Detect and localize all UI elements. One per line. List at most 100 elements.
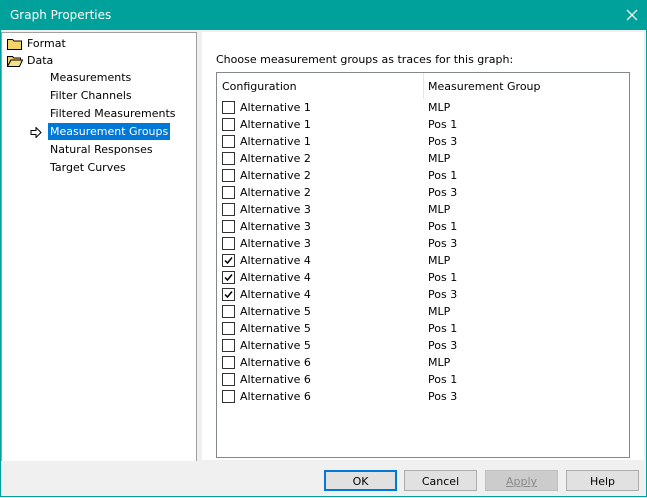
checkbox[interactable]	[222, 203, 235, 216]
checkbox[interactable]	[222, 237, 235, 250]
configuration-cell: Alternative 6	[240, 356, 311, 369]
checkbox[interactable]	[222, 339, 235, 352]
checkbox[interactable]	[222, 169, 235, 182]
tree-item-label: Data	[27, 54, 54, 67]
measurement-group-cell: MLP	[428, 254, 451, 267]
checkbox[interactable]	[222, 356, 235, 369]
title-bar: Graph Properties	[0, 0, 647, 30]
checked-checkbox[interactable]	[222, 254, 235, 267]
list-item[interactable]: Alternative 3 Pos 1	[217, 218, 629, 235]
configuration-cell: Alternative 5	[240, 339, 311, 352]
measurement-group-cell: Pos 3	[428, 237, 458, 250]
list-item[interactable]: Alternative 2 Pos 3	[217, 184, 629, 201]
window-title: Graph Properties	[10, 8, 112, 22]
measurement-group-cell: MLP	[428, 356, 451, 369]
configuration-cell: Alternative 2	[240, 169, 311, 182]
measurement-group-cell: Pos 3	[428, 186, 458, 199]
cancel-button[interactable]: Cancel	[404, 470, 477, 491]
list-item[interactable]: Alternative 5 MLP	[217, 303, 629, 320]
configuration-cell: Alternative 4	[240, 271, 311, 284]
measurement-group-cell: Pos 3	[428, 339, 458, 352]
measurement-group-cell: MLP	[428, 305, 451, 318]
checkbox[interactable]	[222, 390, 235, 403]
checkbox[interactable]	[222, 118, 235, 131]
configuration-cell: Alternative 4	[240, 288, 311, 301]
list-item[interactable]: Alternative 4 Pos 3	[217, 286, 629, 303]
measurement-group-cell: Pos 1	[428, 118, 458, 131]
list-item[interactable]: Alternative 4 MLP	[217, 252, 629, 269]
column-divider[interactable]	[423, 73, 424, 99]
checkbox[interactable]	[222, 373, 235, 386]
list-item[interactable]: Alternative 6 Pos 3	[217, 388, 629, 405]
apply-button: Apply	[485, 470, 558, 491]
checkmark-icon	[224, 257, 233, 265]
checkmark-icon	[224, 274, 233, 282]
close-icon[interactable]	[617, 0, 647, 30]
tree-item-label: Filtered Measurements	[50, 107, 176, 120]
list-item[interactable]: Alternative 5 Pos 3	[217, 337, 629, 354]
list-item[interactable]: Alternative 6 MLP	[217, 354, 629, 371]
checked-checkbox[interactable]	[222, 271, 235, 284]
configuration-cell: Alternative 2	[240, 186, 311, 199]
configuration-cell: Alternative 5	[240, 322, 311, 335]
list-item[interactable]: Alternative 4 Pos 1	[217, 269, 629, 286]
list-item[interactable]: Alternative 6 Pos 1	[217, 371, 629, 388]
column-header-configuration[interactable]: Configuration	[222, 80, 297, 93]
checkbox[interactable]	[222, 101, 235, 114]
tree-item-label: Measurement Groups	[46, 122, 172, 141]
measurement-group-cell: Pos 1	[428, 373, 458, 386]
checkbox[interactable]	[222, 220, 235, 233]
measurement-group-list[interactable]: Configuration Measurement Group Alternat…	[216, 72, 630, 458]
measurement-group-cell: MLP	[428, 203, 451, 216]
configuration-cell: Alternative 6	[240, 390, 311, 403]
configuration-cell: Alternative 4	[240, 254, 311, 267]
folder-icon	[7, 37, 23, 50]
checked-checkbox[interactable]	[222, 288, 235, 301]
measurement-group-cell: Pos 1	[428, 169, 458, 182]
current-arrow-icon	[30, 126, 42, 139]
measurement-group-cell: MLP	[428, 152, 451, 165]
column-header-measurement-group[interactable]: Measurement Group	[428, 80, 541, 93]
checkbox[interactable]	[222, 322, 235, 335]
tree-item-label: Filter Channels	[50, 89, 132, 102]
list-item[interactable]: Alternative 1 Pos 3	[217, 133, 629, 150]
list-item[interactable]: Alternative 2 MLP	[217, 150, 629, 167]
ok-button[interactable]: OK	[324, 470, 397, 491]
measurement-group-cell: Pos 3	[428, 288, 458, 301]
configuration-cell: Alternative 5	[240, 305, 311, 318]
measurement-group-cell: Pos 1	[428, 322, 458, 335]
list-item[interactable]: Alternative 1 Pos 1	[217, 116, 629, 133]
list-item[interactable]: Alternative 2 Pos 1	[217, 167, 629, 184]
checkbox[interactable]	[222, 305, 235, 318]
measurement-group-cell: Pos 3	[428, 135, 458, 148]
tree-item-label: Measurements	[50, 71, 132, 84]
configuration-cell: Alternative 2	[240, 152, 311, 165]
configuration-cell: Alternative 3	[240, 220, 311, 233]
measurement-group-cell: Pos 3	[428, 390, 458, 403]
open-folder-icon	[6, 54, 24, 67]
configuration-cell: Alternative 6	[240, 373, 311, 386]
checkbox[interactable]	[222, 135, 235, 148]
navigation-tree: Format Data Measurements Filter Channels…	[1, 32, 197, 462]
tree-item-label: Format	[27, 37, 66, 50]
configuration-cell: Alternative 3	[240, 203, 311, 216]
configuration-cell: Alternative 1	[240, 101, 311, 114]
configuration-cell: Alternative 3	[240, 237, 311, 250]
list-header: Configuration Measurement Group	[217, 73, 629, 99]
help-button[interactable]: Help	[566, 470, 639, 491]
checkbox[interactable]	[222, 152, 235, 165]
tree-item-label: Natural Responses	[50, 143, 153, 156]
checkbox[interactable]	[222, 186, 235, 199]
measurement-group-cell: Pos 1	[428, 271, 458, 284]
measurement-group-cell: Pos 1	[428, 220, 458, 233]
checkmark-icon	[224, 291, 233, 299]
configuration-cell: Alternative 1	[240, 118, 311, 131]
configuration-cell: Alternative 1	[240, 135, 311, 148]
measurement-groups-panel: Choose measurement groups as traces for …	[202, 32, 644, 460]
instruction-text: Choose measurement groups as traces for …	[216, 53, 514, 66]
list-item[interactable]: Alternative 3 Pos 3	[217, 235, 629, 252]
list-item[interactable]: Alternative 5 Pos 1	[217, 320, 629, 337]
list-item[interactable]: Alternative 3 MLP	[217, 201, 629, 218]
measurement-group-cell: MLP	[428, 101, 451, 114]
list-item[interactable]: Alternative 1 MLP	[217, 99, 629, 116]
